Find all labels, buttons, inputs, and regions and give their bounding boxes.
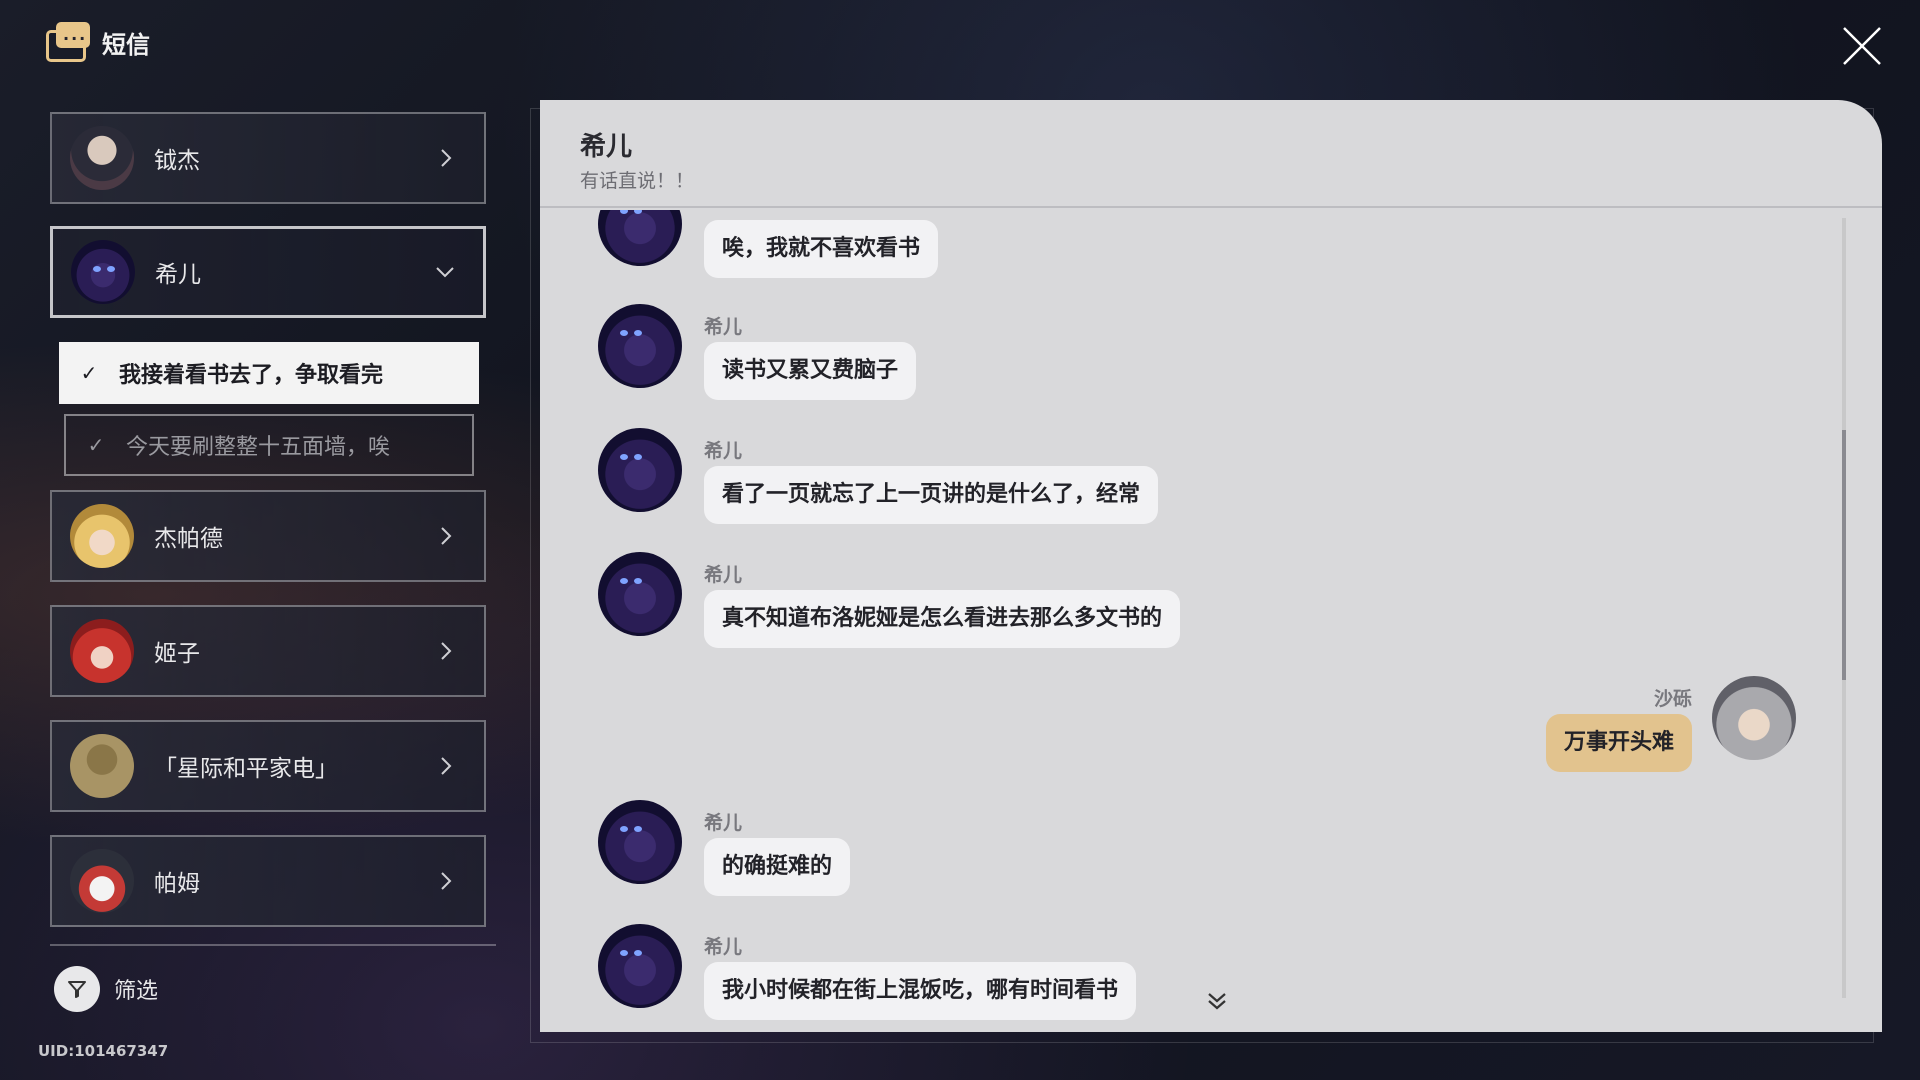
message-bubble: 我小时候都在街上混饭吃，哪有时间看书: [704, 962, 1137, 1020]
close-icon: [1843, 27, 1881, 65]
message-bubble: 真不知道布洛妮娅是怎么看进去那么多文书的: [704, 590, 1181, 648]
chat-contact-name: 希儿: [580, 132, 633, 162]
contact-name: 帕姆: [154, 871, 200, 897]
chevron-down-icon: [425, 252, 465, 292]
avatar: [598, 800, 682, 884]
chevron-right-icon: [426, 861, 466, 901]
task-option[interactable]: ✓ 今天要刷整整十五面墙，唉: [64, 414, 474, 476]
task-text: 今天要刷整整十五面墙，唉: [126, 435, 391, 460]
message-sender: 希儿: [704, 440, 743, 462]
message-bubble: 的确挺难的: [704, 838, 851, 896]
message-sender: 沙砾: [1653, 688, 1692, 710]
task-option-selected[interactable]: ✓ 我接着看书去了，争取看完: [59, 342, 479, 404]
chat-panel: 希儿 有话直说！！ 唉，我就不喜欢看书 希儿 读书又累又费脑子 希儿 看了一页就…: [540, 100, 1882, 1032]
chevron-right-icon: [426, 631, 466, 671]
contact-name: 钺杰: [154, 148, 200, 174]
chevron-right-icon: [426, 746, 466, 786]
scrollbar[interactable]: [1842, 218, 1846, 998]
message-sender: 希儿: [704, 316, 743, 338]
avatar: [70, 734, 134, 798]
filter-label: 筛选: [114, 979, 159, 1004]
avatar: [70, 619, 134, 683]
avatar: [71, 240, 135, 304]
divider: [50, 944, 496, 946]
chevron-right-icon: [426, 138, 466, 178]
avatar: [70, 504, 134, 568]
chat-contact-status: 有话直说！！: [580, 170, 695, 192]
task-text: 我接着看书去了，争取看完: [119, 363, 384, 388]
filter-button[interactable]: 筛选: [54, 966, 158, 1012]
contact-item-gepard[interactable]: 杰帕德: [50, 490, 486, 582]
contact-name: 希儿: [155, 262, 201, 288]
check-icon: ✓: [87, 433, 105, 457]
close-button[interactable]: [1840, 24, 1884, 68]
contact-item-pom[interactable]: 帕姆: [50, 835, 486, 927]
avatar: [1712, 676, 1796, 760]
message-list[interactable]: 唉，我就不喜欢看书 希儿 读书又累又费脑子 希儿 看了一页就忘了上一页讲的是什么…: [540, 210, 1882, 1032]
message-bubble: 看了一页就忘了上一页讲的是什么了，经常: [704, 466, 1159, 524]
contact-name: 「星际和平家电」: [154, 756, 338, 782]
avatar: [598, 428, 682, 512]
uid-label: UID:101467347: [38, 1042, 169, 1060]
contact-name: 姬子: [154, 641, 200, 667]
contact-item-interastral-appliances[interactable]: 「星际和平家电」: [50, 720, 486, 812]
message-sender: 希儿: [704, 936, 743, 958]
contact-item-seele[interactable]: 希儿: [50, 226, 486, 318]
avatar: [598, 552, 682, 636]
message-bubble: 万事开头难: [1545, 714, 1692, 772]
contact-item-jiejie[interactable]: 钺杰: [50, 112, 486, 204]
message-sender: 希儿: [704, 812, 743, 834]
message-bubble: 唉，我就不喜欢看书: [704, 220, 939, 278]
contact-item-himeko[interactable]: 姬子: [50, 605, 486, 697]
contact-name: 杰帕德: [154, 526, 223, 552]
message-icon: ...: [46, 22, 90, 62]
avatar: [598, 210, 682, 266]
chat-header: 希儿 有话直说！！: [540, 100, 1882, 208]
avatar: [598, 304, 682, 388]
app-title: 短信: [102, 30, 150, 59]
check-icon: ✓: [80, 361, 98, 385]
chevron-right-icon: [426, 516, 466, 556]
message-sender: 希儿: [704, 564, 743, 586]
filter-icon: [54, 966, 100, 1012]
message-item-self: 沙砾 万事开头难: [540, 676, 1882, 786]
avatar: [70, 126, 134, 190]
avatar: [598, 924, 682, 1008]
message-bubble: 读书又累又费脑子: [704, 342, 917, 400]
scrollbar-thumb[interactable]: [1842, 430, 1846, 680]
app-header: ... 短信: [46, 22, 150, 62]
avatar: [70, 849, 134, 913]
scroll-down-icon[interactable]: [1202, 986, 1232, 1016]
